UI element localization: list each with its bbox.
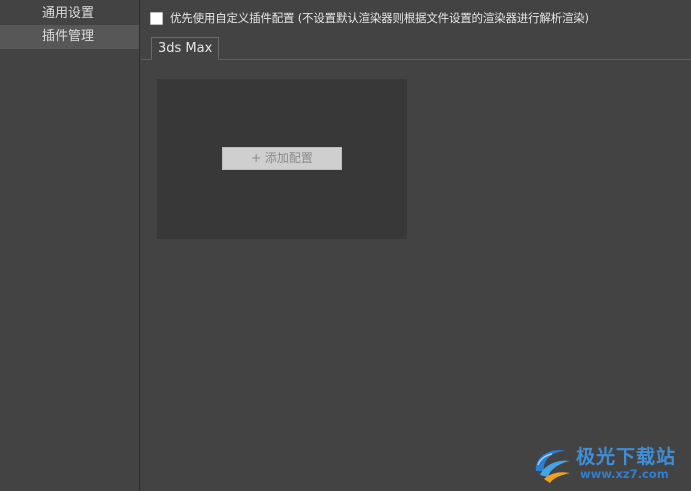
plugin-config-card: + 添加配置 xyxy=(157,79,407,239)
settings-sidebar: 通用设置 插件管理 xyxy=(0,0,140,491)
add-config-button[interactable]: + 添加配置 xyxy=(222,147,342,170)
software-tab-bar: 3ds Max xyxy=(141,37,691,60)
sidebar-item-plugin-management[interactable]: 插件管理 xyxy=(0,25,139,49)
watermark-title: 极光下载站 xyxy=(576,446,677,468)
watermark-url: www.xz7.com xyxy=(580,467,669,481)
plugin-settings-window: 通用设置 插件管理 优先使用自定义插件配置 (不设置默认渲染器则根据文件设置的渲… xyxy=(0,0,691,491)
aurora-logo-icon xyxy=(535,450,570,483)
tab-3ds-max[interactable]: 3ds Max xyxy=(151,37,220,60)
custom-plugin-preference-row: 优先使用自定义插件配置 (不设置默认渲染器则根据文件设置的渲染器进行解析渲染) xyxy=(150,10,589,26)
plugin-management-panel: 优先使用自定义插件配置 (不设置默认渲染器则根据文件设置的渲染器进行解析渲染) … xyxy=(141,0,691,491)
custom-plugin-checkbox-label[interactable]: 优先使用自定义插件配置 (不设置默认渲染器则根据文件设置的渲染器进行解析渲染) xyxy=(170,10,589,26)
watermark: 极光下载站 www.xz7.com xyxy=(530,440,688,488)
sidebar-item-general-settings[interactable]: 通用设置 xyxy=(0,2,139,26)
custom-plugin-checkbox[interactable] xyxy=(150,11,163,25)
